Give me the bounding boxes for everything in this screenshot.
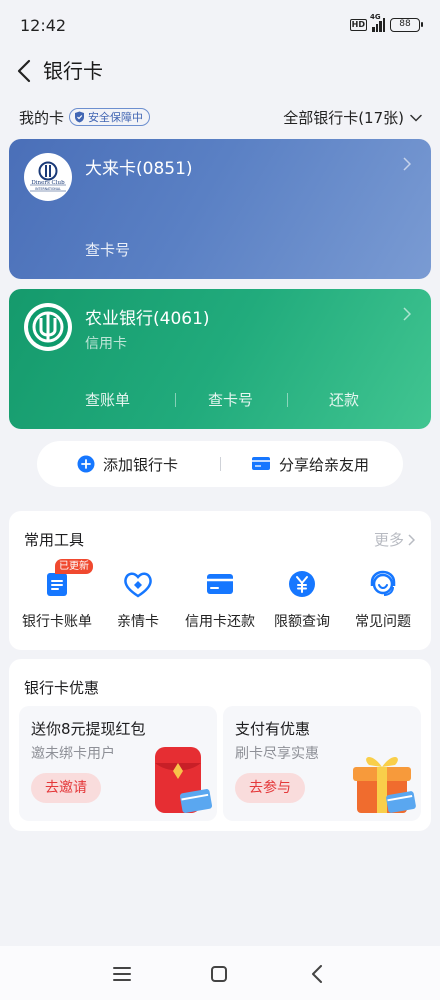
red-envelope-icon [155, 747, 213, 813]
system-navigation-bar [0, 946, 440, 1000]
tool-label: 亲情卡 [117, 614, 159, 630]
join-button[interactable]: 去参与 [235, 773, 305, 803]
hd-icon: HD [349, 19, 367, 31]
card-name: 大来卡(0851) [85, 159, 193, 179]
credit-card-icon [203, 567, 237, 601]
more-label: 更多 [373, 531, 404, 549]
back-button[interactable] [12, 56, 36, 86]
signal-icon: 4G [370, 13, 385, 32]
tool-credit-card-repay[interactable]: 信用卡还款 [175, 567, 265, 631]
promo-payment-card[interactable]: 支付有优惠 刷卡尽享实惠 去参与 [223, 706, 421, 821]
tool-label: 信用卡还款 [185, 614, 255, 630]
tool-label: 常见问题 [355, 614, 411, 630]
gift-box-icon [353, 756, 416, 813]
add-icon [77, 455, 95, 473]
all-cards-dropdown[interactable]: 全部银行卡(17张) [283, 107, 422, 128]
diners-logo-text: Diners Club [31, 180, 65, 186]
all-cards-label: 全部银行卡(17张) [283, 109, 404, 127]
back-icon [312, 965, 322, 983]
chevron-down-icon [410, 114, 422, 122]
divider [220, 457, 221, 471]
add-bank-card-button[interactable]: 添加银行卡 [77, 441, 178, 487]
promo-subtitle: 刷卡尽享实惠 [235, 746, 319, 762]
chevron-right-icon [403, 157, 411, 171]
invite-button[interactable]: 去邀请 [31, 773, 101, 803]
my-cards-label: 我的卡 [19, 109, 65, 127]
common-tools-title: 常用工具 [24, 531, 85, 549]
safety-badge-label: 安全保障中 [88, 111, 143, 124]
diners-club-logo: Diners Club INTERNATIONAL [24, 153, 72, 201]
divider [175, 393, 176, 407]
view-card-number-button[interactable]: 查卡号 [85, 239, 130, 260]
status-bar: 12:42 HD 4G 88 [0, 0, 440, 52]
add-bank-card-label: 添加银行卡 [103, 455, 179, 474]
divider [287, 393, 288, 407]
status-icons: HD 4G 88 [349, 13, 423, 32]
updated-badge: 已更新 [55, 559, 93, 574]
repay-button[interactable]: 还款 [329, 389, 359, 410]
view-card-number-button[interactable]: 查卡号 [208, 389, 253, 410]
card-action-bar: 添加银行卡 分享给亲友用 [37, 441, 403, 487]
yen-icon [285, 567, 319, 601]
bank-card-diners[interactable]: Diners Club INTERNATIONAL 大来卡(0851) 查卡号 [9, 139, 431, 279]
network-type: 4G [370, 13, 381, 21]
promo-invite-card[interactable]: 送你8元提现红包 邀未绑卡用户 去邀请 [19, 706, 217, 821]
nav-back-button[interactable] [303, 960, 331, 988]
share-to-family-button[interactable]: 分享给亲友用 [251, 441, 369, 487]
promo-title: 送你8元提现红包 [31, 720, 146, 738]
family-card-icon [121, 567, 155, 601]
tool-label: 限额查询 [274, 614, 330, 630]
tool-limit-query[interactable]: 限额查询 [257, 567, 347, 631]
card-promotions-panel: 银行卡优惠 送你8元提现红包 邀未绑卡用户 去邀请 支付有优惠 刷卡尽享实惠 去… [9, 659, 431, 831]
promo-subtitle: 邀未绑卡用户 [31, 746, 115, 762]
back-arrow-icon [17, 59, 31, 83]
shield-icon [75, 111, 84, 123]
menu-button[interactable] [108, 960, 136, 988]
page-title: 银行卡 [43, 59, 103, 83]
safety-badge[interactable]: 安全保障中 [69, 108, 150, 126]
menu-icon [113, 967, 131, 981]
tool-label: 银行卡账单 [22, 614, 92, 630]
card-name: 农业银行(4061) [85, 309, 210, 329]
common-tools-panel: 常用工具 更多 已更新 银行卡账单 亲情卡 信用卡还款 限额查询 常见问题 [9, 511, 431, 650]
chevron-right-icon [408, 533, 415, 546]
chevron-right-icon [403, 307, 411, 321]
home-icon [211, 966, 227, 982]
promotions-title: 银行卡优惠 [24, 679, 100, 697]
tool-bank-card-bill[interactable]: 已更新 银行卡账单 [12, 559, 102, 631]
header: 银行卡 [0, 52, 440, 92]
diners-logo-subtext: INTERNATIONAL [35, 187, 61, 191]
view-bill-button[interactable]: 查账单 [85, 389, 130, 410]
tool-faq[interactable]: 常见问题 [338, 567, 428, 631]
support-icon [366, 567, 400, 601]
tool-family-card[interactable]: 亲情卡 [93, 567, 183, 631]
my-cards-row: 我的卡 安全保障中 全部银行卡(17张) [0, 104, 440, 130]
promo-title: 支付有优惠 [235, 720, 311, 738]
abc-bank-logo [24, 303, 72, 351]
home-button[interactable] [205, 960, 233, 988]
more-tools-link[interactable]: 更多 [374, 529, 415, 550]
card-type: 信用卡 [85, 336, 127, 352]
share-card-icon [252, 457, 270, 470]
bank-card-abc[interactable]: 农业银行(4061) 信用卡 查账单 查卡号 还款 [9, 289, 431, 429]
share-to-family-label: 分享给亲友用 [279, 455, 370, 474]
status-time: 12:42 [20, 16, 67, 35]
battery-icon: 88 [390, 18, 423, 32]
